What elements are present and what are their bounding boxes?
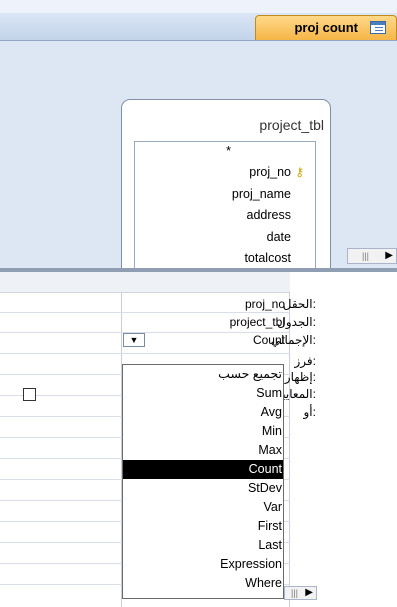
query-design-pane: project_tbl * proj_no ⚷ proj_name addres… — [0, 41, 397, 300]
row-label-sort: فرز: — [294, 354, 317, 368]
option-sum[interactable]: Sum — [123, 384, 283, 403]
document-tab-bar: proj count — [0, 13, 397, 41]
field-date[interactable]: date — [267, 230, 291, 244]
option-last[interactable]: Last — [123, 536, 283, 555]
table-cell[interactable]: project_tbl — [230, 315, 285, 329]
option-count[interactable]: Count — [123, 460, 283, 479]
primary-key-icon: ⚷ — [295, 165, 304, 179]
chevron-down-icon[interactable]: ▼ — [123, 333, 145, 347]
field-list: * proj_no ⚷ proj_name address date total… — [134, 141, 316, 278]
scroll-thumb-icon: ||| — [362, 251, 370, 261]
query-icon — [370, 21, 386, 34]
row-label-field: الحقل: — [282, 297, 316, 311]
option-avg[interactable]: Avg — [123, 403, 283, 422]
field-all[interactable]: * — [226, 144, 231, 158]
show-checkbox[interactable] — [23, 388, 36, 401]
scroll-thumb-icon: ||| — [291, 588, 299, 598]
grid-column-header[interactable] — [0, 272, 290, 293]
scroll-right-icon[interactable]: ▶ — [305, 587, 313, 598]
option-first[interactable]: First — [123, 517, 283, 536]
table-title: project_tbl — [259, 117, 324, 133]
field-proj-name[interactable]: proj_name — [232, 187, 291, 201]
tab-label: proj count — [294, 20, 358, 35]
tab-proj-count[interactable]: proj count — [255, 15, 397, 40]
option-group-by[interactable]: تجميع حسب — [123, 365, 283, 384]
total-cell[interactable]: Count — [253, 333, 285, 347]
option-max[interactable]: Max — [123, 441, 283, 460]
option-where[interactable]: Where — [123, 574, 283, 593]
grid-horizontal-scrollbar[interactable]: ||| ▶ — [284, 586, 317, 600]
field-cell[interactable]: proj_no — [245, 297, 285, 311]
total-dropdown-list: تجميع حسب Sum Avg Min Max Count StDev Va… — [122, 364, 284, 599]
horizontal-scrollbar[interactable]: ||| ▶ — [347, 248, 397, 264]
option-expression[interactable]: Expression — [123, 555, 283, 574]
option-min[interactable]: Min — [123, 422, 283, 441]
field-proj-no[interactable]: proj_no — [249, 165, 291, 179]
option-var[interactable]: Var — [123, 498, 283, 517]
row-label-show: إظهار: — [284, 370, 316, 384]
row-label-or: أو: — [303, 405, 316, 419]
field-address[interactable]: address — [247, 208, 291, 222]
title-strip — [0, 0, 397, 14]
option-stdev[interactable]: StDev — [123, 479, 283, 498]
field-totalcost[interactable]: totalcost — [244, 251, 291, 265]
scroll-right-icon[interactable]: ▶ — [385, 250, 393, 261]
